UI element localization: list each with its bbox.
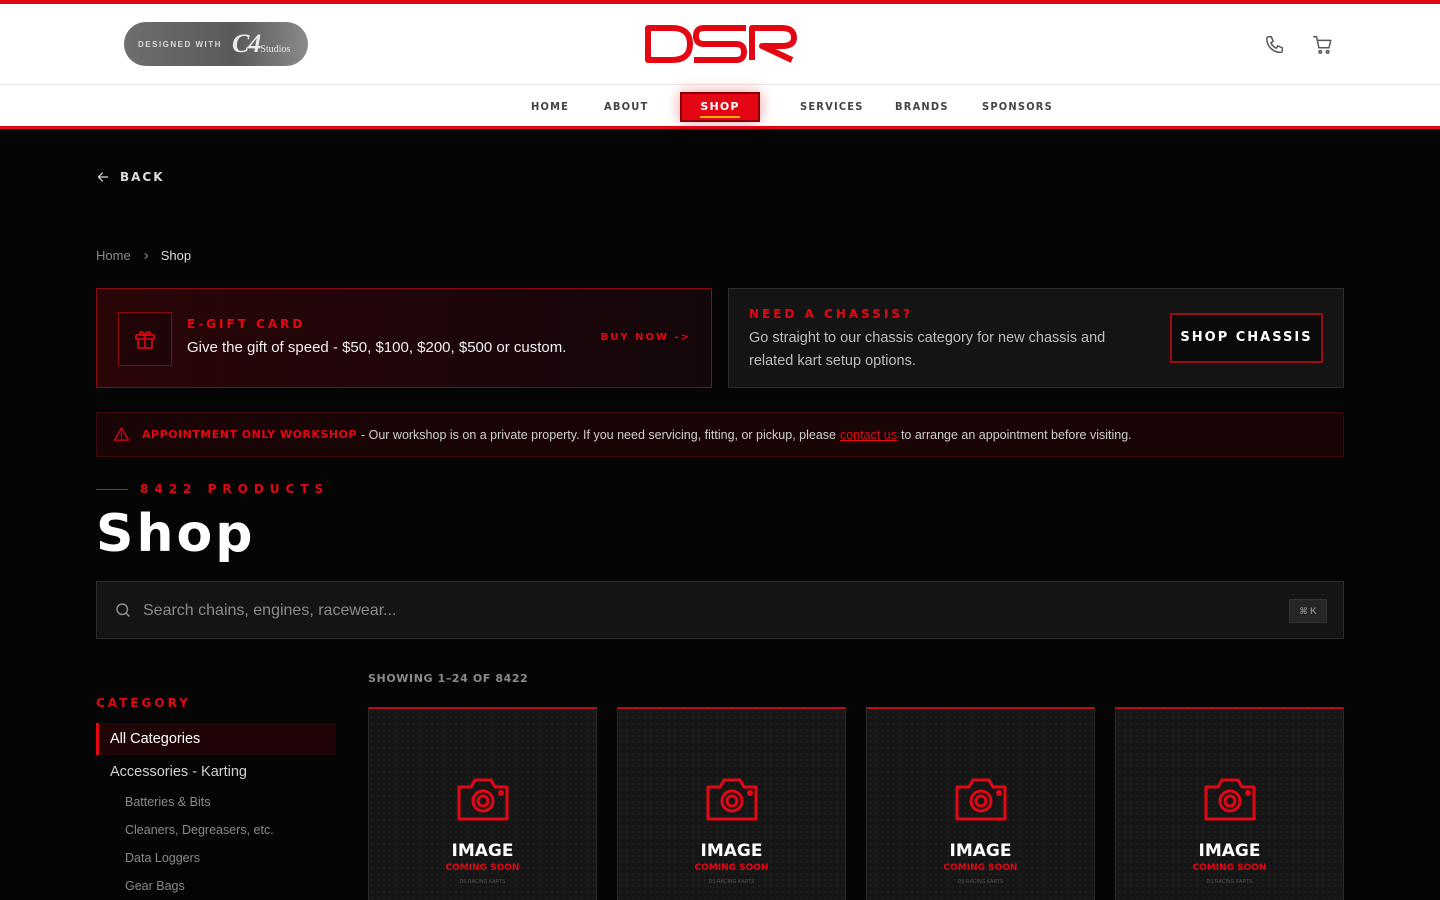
back-label: BACK <box>120 170 165 184</box>
category-gear-bags[interactable]: Gear Bags <box>125 879 185 893</box>
category-batteries[interactable]: Batteries & Bits <box>125 795 210 809</box>
phone-icon[interactable] <box>1264 34 1286 56</box>
c4-studios-logo: C4Studios <box>231 29 291 58</box>
site-header: DESIGNED WITH C4Studios <box>0 4 1440 85</box>
results-count: SHOWING 1–24 OF 8422 <box>368 672 529 685</box>
gift-card-title: E-GIFT CARD <box>187 317 306 331</box>
nav-services[interactable]: SERVICES <box>800 85 864 129</box>
product-card[interactable]: IMAGE COMING SOON DS RACING KARTS <box>866 707 1095 900</box>
main-nav: HOME ABOUT SHOP SERVICES BRANDS SPONSORS <box>0 85 1440 129</box>
placeholder-subtitle: COMING SOON <box>694 863 769 873</box>
search-shortcut-badge: ⌘ K <box>1289 599 1327 623</box>
notice-text-before: - Our workshop is on a private property.… <box>360 427 836 442</box>
search-input[interactable] <box>143 596 1143 626</box>
page-title: Shop <box>96 504 256 564</box>
workshop-notice: APPOINTMENT ONLY WORKSHOP - Our workshop… <box>96 412 1344 457</box>
gift-icon-box <box>118 312 172 366</box>
chassis-description: Go straight to our chassis category for … <box>749 330 1106 369</box>
placeholder-brand: DS RACING KARTS <box>1206 879 1253 885</box>
breadcrumb-home[interactable]: Home <box>96 248 131 263</box>
placeholder-brand: DS RACING KARTS <box>957 879 1004 885</box>
gift-icon <box>135 331 155 349</box>
dsr-logo[interactable] <box>644 24 800 64</box>
category-all[interactable]: All Categories <box>96 723 336 755</box>
camera-icon <box>457 778 509 821</box>
placeholder-subtitle: COMING SOON <box>1192 863 1267 873</box>
category-title: CATEGORY <box>96 696 191 710</box>
nav-home[interactable]: HOME <box>531 85 569 129</box>
buy-now-link[interactable]: BUY NOW -> <box>601 332 691 343</box>
search-icon <box>116 603 130 617</box>
gift-card-description: Give the gift of speed - $50, $100, $200… <box>187 339 567 356</box>
placeholder-title: IMAGE <box>1198 841 1261 861</box>
contact-us-link[interactable]: contact us <box>840 428 897 442</box>
product-count-label: 8422 PRODUCTS <box>140 482 330 496</box>
nav-brands[interactable]: BRANDS <box>895 85 949 129</box>
category-accessories-karting[interactable]: Accessories - Karting <box>110 764 247 780</box>
category-cleaners[interactable]: Cleaners, Degreasers, etc. <box>125 823 274 837</box>
nav-about[interactable]: ABOUT <box>604 85 648 129</box>
chassis-banner: NEED A CHASSIS? Go straight to our chass… <box>728 288 1344 388</box>
notice-text-after: to arrange an appointment before visitin… <box>900 427 1132 442</box>
product-card[interactable]: IMAGE COMING SOON DS RACING KARTS <box>368 707 597 900</box>
chevron-right-icon <box>144 252 149 259</box>
category-data-loggers[interactable]: Data Loggers <box>125 851 200 865</box>
product-card[interactable]: IMAGE COMING SOON DS RACING KARTS <box>1115 707 1344 900</box>
notice-title: APPOINTMENT ONLY WORKSHOP <box>142 428 357 441</box>
shop-chassis-button[interactable]: SHOP CHASSIS <box>1170 313 1323 363</box>
cart-icon[interactable] <box>1312 34 1334 56</box>
placeholder-title: IMAGE <box>451 841 514 861</box>
placeholder-title: IMAGE <box>949 841 1012 861</box>
arrow-left-icon <box>97 172 109 182</box>
nav-sponsors[interactable]: SPONSORS <box>982 85 1053 129</box>
placeholder-brand: DS RACING KARTS <box>708 879 755 885</box>
camera-icon <box>706 778 758 821</box>
gift-card-banner[interactable]: E-GIFT CARD Give the gift of speed - $50… <box>96 288 712 388</box>
product-count: 8422 PRODUCTS <box>96 482 329 496</box>
breadcrumb-current: Shop <box>160 248 192 263</box>
breadcrumb: Home Shop <box>96 248 191 263</box>
placeholder-brand: DS RACING KARTS <box>459 879 506 885</box>
placeholder-title: IMAGE <box>700 841 763 861</box>
badge-caption: DESIGNED WITH <box>138 39 222 49</box>
warning-icon <box>113 427 130 441</box>
camera-icon <box>955 778 1007 821</box>
nav-shop-active[interactable]: SHOP <box>680 92 760 122</box>
back-button[interactable]: BACK <box>96 170 165 184</box>
placeholder-subtitle: COMING SOON <box>445 863 520 873</box>
chassis-title: NEED A CHASSIS? <box>749 307 913 321</box>
search-bar: ⌘ K <box>96 581 1344 639</box>
placeholder-subtitle: COMING SOON <box>943 863 1018 873</box>
designed-with-badge[interactable]: DESIGNED WITH C4Studios <box>124 22 308 66</box>
count-divider <box>96 488 128 490</box>
product-card[interactable]: IMAGE COMING SOON DS RACING KARTS <box>617 707 846 900</box>
camera-icon <box>1204 778 1256 821</box>
